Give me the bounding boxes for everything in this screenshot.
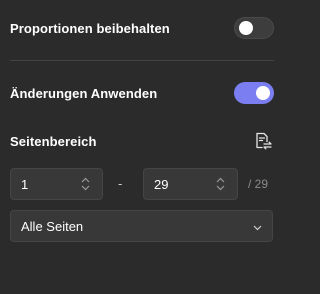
swap-pages-icon[interactable] [252, 130, 274, 152]
section-divider [10, 60, 274, 61]
toggle-knob [256, 86, 270, 100]
page-from-field[interactable]: 1 [10, 168, 103, 200]
page-total-label: / 29 [248, 177, 269, 191]
pages-select[interactable]: Alle Seiten [10, 210, 273, 242]
chevron-down-icon [216, 185, 224, 191]
chevron-down-icon [81, 185, 89, 191]
keep-proportions-toggle[interactable] [234, 17, 274, 39]
keep-proportions-label: Proportionen beibehalten [10, 20, 170, 36]
page-settings-panel: Proportionen beibehalten Änderungen Anwe… [0, 0, 291, 294]
page-from-value: 1 [21, 176, 29, 192]
page-from-stepper[interactable] [76, 169, 94, 199]
apply-changes-toggle[interactable] [234, 82, 274, 104]
page-range-label: Seitenbereich [10, 133, 97, 149]
range-separator: - [118, 176, 123, 191]
toggle-knob [239, 21, 253, 35]
apply-changes-row: Änderungen Anwenden [10, 82, 274, 104]
chevron-down-icon [253, 219, 262, 234]
pages-select-value: Alle Seiten [21, 218, 84, 234]
chevron-up-icon [216, 177, 224, 183]
chevron-up-icon [81, 177, 89, 183]
keep-proportions-row: Proportionen beibehalten [10, 17, 274, 39]
page-to-field[interactable]: 29 [143, 168, 238, 200]
apply-changes-label: Änderungen Anwenden [10, 85, 158, 101]
page-to-value: 29 [154, 176, 169, 192]
page-to-stepper[interactable] [211, 169, 229, 199]
page-range-header: Seitenbereich [10, 130, 274, 152]
